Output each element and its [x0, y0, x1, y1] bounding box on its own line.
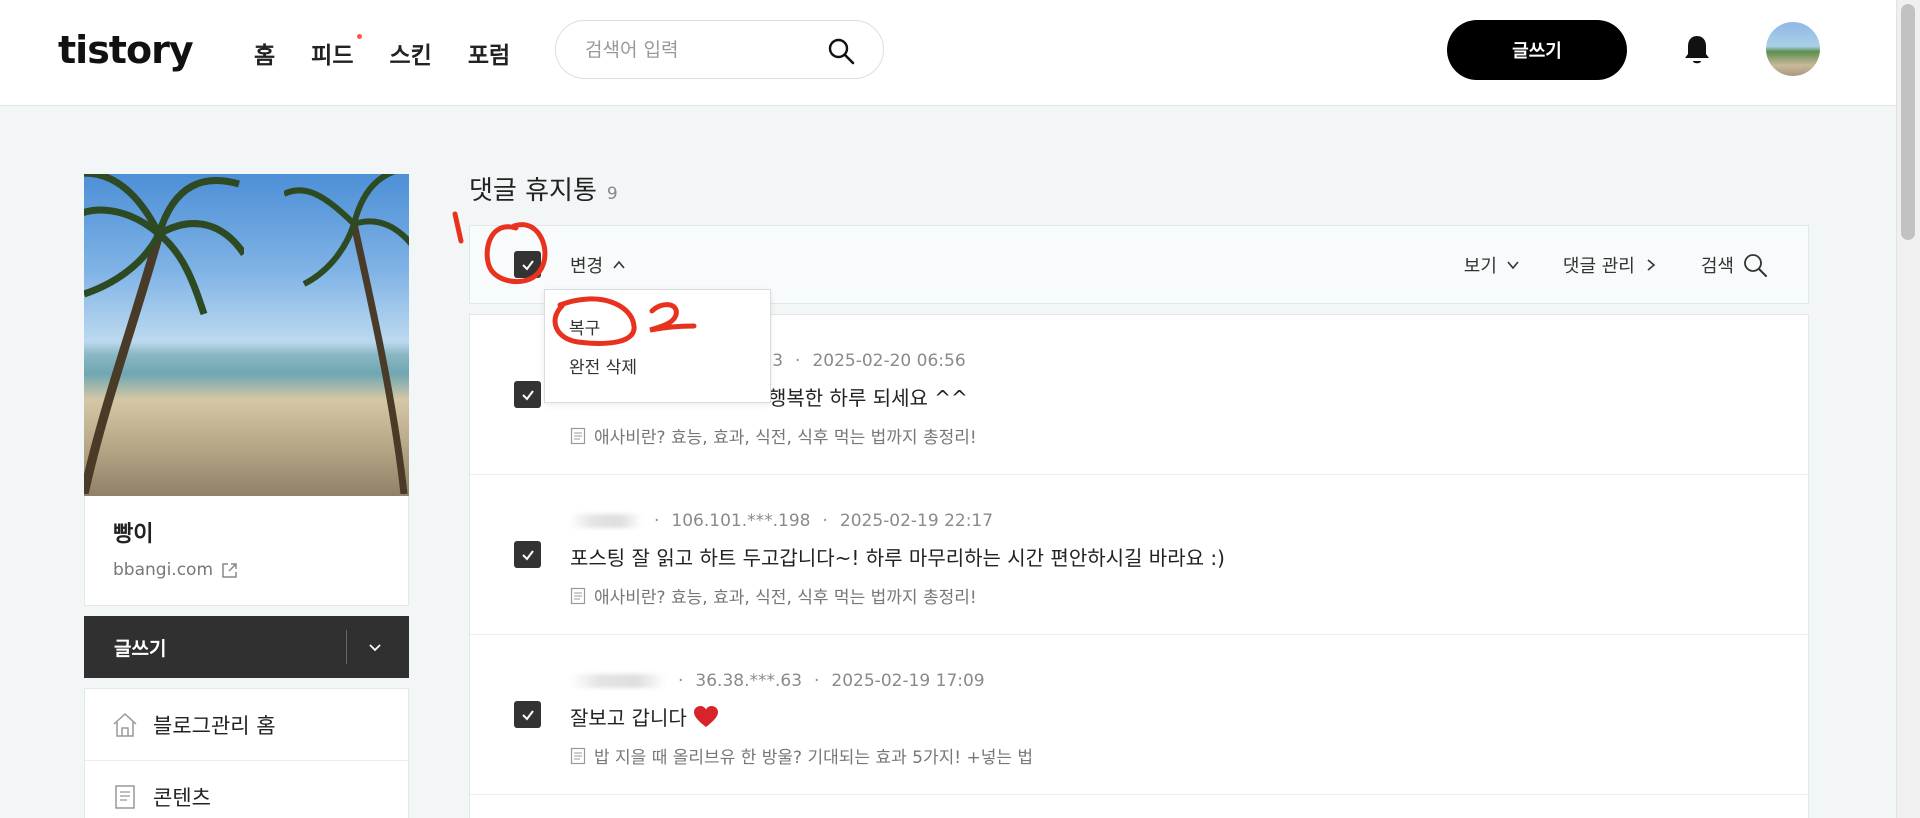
comment-post-link[interactable]: 밥 지을 때 올리브유 한 방울? 기대되는 효과 5가지! +넣는 법 [570, 743, 1033, 768]
blog-name: 빵이 [113, 522, 154, 547]
view-dropdown[interactable]: 보기 [1464, 252, 1521, 278]
blog-url-text: bbangi.com [113, 560, 213, 580]
palm-tree-right [284, 174, 409, 494]
sidebar-item-label: 콘텐츠 [153, 786, 211, 810]
post-title: 애사비란? 효능, 효과, 식전, 식후 먹는 법까지 총정리! [594, 428, 977, 448]
chevron-down-icon[interactable] [366, 638, 384, 656]
new-dot [356, 34, 362, 39]
nav-home[interactable]: 홈 [254, 36, 275, 70]
comment-post-link[interactable]: 애사비란? 효능, 효과, 식전, 식후 먹는 법까지 총정리! [570, 423, 977, 448]
sidebar-menu: 블로그관리 홈 콘텐츠 [84, 688, 409, 818]
view-label: 보기 [1463, 256, 1497, 277]
blog-url-link[interactable]: bbangi.com [113, 560, 380, 580]
document-icon [570, 747, 586, 764]
check-icon [521, 259, 534, 271]
comment-date: 2025-02-19 17:09 [831, 671, 985, 691]
profile-avatar[interactable] [1766, 22, 1820, 76]
comment-manage-link[interactable]: 댓글 관리 [1563, 252, 1659, 278]
change-dropdown-menu: 복구 완전 삭제 [544, 289, 771, 403]
chevron-right-icon [1647, 259, 1656, 271]
comment-date: 2025-02-20 06:56 [812, 351, 966, 371]
comment-meta: · 36.38.***.63 · 2025-02-19 17:09 [570, 671, 985, 691]
comment-row: · 106.101.***.198 · 2025-02-19 22:17 포스팅… [470, 475, 1808, 635]
comment-row: · 36.38.***.63 · 2025-02-19 17:09 잘보고 갑니… [470, 635, 1808, 795]
page-title-text: 댓글 휴지통 [469, 176, 597, 206]
sidebar-write-label: 글쓰기 [114, 637, 167, 660]
permanent-delete-menu-item[interactable]: 완전 삭제 [569, 353, 637, 378]
scrollbar-thumb[interactable] [1901, 4, 1915, 240]
post-title: 밥 지을 때 올리브유 한 방울? 기대되는 효과 5가지! +넣는 법 [594, 748, 1034, 768]
comment-search-button[interactable]: 검색 [1701, 252, 1768, 278]
sidebar-write-button[interactable]: 글쓰기 [84, 616, 409, 678]
toolbar-right: 보기 댓글 관리 검색 [1464, 252, 1768, 278]
blurred-author [570, 514, 642, 528]
sidebar: 빵이 bbangi.com 글쓰기 블로그관리 홈 콘텐츠 [84, 174, 409, 818]
comment-meta: · 106.101.***.198 · 2025-02-19 22:17 [570, 511, 993, 531]
bell-icon[interactable] [1682, 33, 1712, 67]
restore-menu-item[interactable]: 복구 [569, 314, 600, 339]
search-icon[interactable] [827, 37, 855, 65]
check-icon [521, 709, 534, 721]
comment-ip: 106.101.***.198 [671, 511, 811, 531]
nav-feed[interactable]: 피드 [311, 34, 362, 70]
top-bar: tistory 홈 피드 스킨 포럼 글쓰기 [0, 0, 1896, 106]
blurred-author [570, 674, 666, 688]
search-icon [1744, 254, 1767, 277]
sidebar-item-label: 블로그관리 홈 [153, 713, 276, 738]
comment-meta: .63 · 2025-02-20 06:56 [756, 351, 966, 371]
comment-count: 9 [606, 184, 618, 204]
document-icon [115, 785, 135, 809]
document-icon [570, 587, 586, 604]
main-nav: 홈 피드 스킨 포럼 [254, 34, 510, 70]
comment-ip: 36.38.***.63 [695, 671, 803, 691]
meta-separator: · [814, 671, 820, 691]
divider [346, 630, 347, 664]
comment-text: 포스팅 잘 읽고 하트 두고갑니다~! 하루 마무리하는 시간 편안하시길 바라… [570, 542, 1225, 571]
comment-date: 2025-02-19 22:17 [839, 511, 994, 531]
meta-separator: · [654, 511, 660, 531]
meta-separator: · [678, 671, 684, 691]
comment-text: 행복한 하루 되세요 ^^ [768, 382, 968, 411]
home-icon [113, 712, 137, 737]
comment-text-content: 포스팅 잘 읽고 하트 두고갑니다~! 하루 마무리하는 시간 편안하시길 바라… [570, 546, 1225, 570]
annotation-number-1-mark [452, 211, 464, 244]
palm-tree-left [84, 174, 244, 494]
sidebar-item-contents[interactable]: 콘텐츠 [85, 761, 408, 818]
row-checkbox[interactable] [514, 381, 541, 408]
document-icon [570, 427, 586, 444]
check-icon [521, 549, 534, 561]
meta-separator: · [822, 511, 828, 531]
sidebar-item-blog-home[interactable]: 블로그관리 홈 [85, 689, 408, 761]
chevron-up-icon [613, 260, 625, 269]
search-label: 검색 [1700, 256, 1734, 277]
tistory-logo[interactable]: tistory [58, 28, 194, 72]
search-input[interactable] [585, 35, 815, 65]
comment-text: 잘보고 갑니다 [570, 702, 719, 731]
meta-separator: · [795, 351, 801, 371]
chevron-down-icon [1507, 261, 1519, 270]
post-title: 애사비란? 효능, 효과, 식전, 식후 먹는 법까지 총정리! [594, 588, 977, 608]
write-button[interactable]: 글쓰기 [1447, 20, 1627, 80]
row-checkbox[interactable] [514, 541, 541, 568]
manage-label: 댓글 관리 [1562, 256, 1635, 277]
blog-info: 빵이 bbangi.com [84, 496, 409, 606]
nav-forum[interactable]: 포럼 [468, 36, 510, 70]
change-label: 변경 [570, 256, 604, 277]
check-icon [521, 389, 534, 401]
select-all-checkbox[interactable] [514, 251, 541, 278]
change-dropdown-button[interactable]: 변경 [570, 252, 627, 278]
page-title: 댓글 휴지통 9 [469, 170, 618, 207]
comment-post-link[interactable]: 애사비란? 효능, 효과, 식전, 식후 먹는 법까지 총정리! [570, 583, 977, 608]
comment-text-content: 잘보고 갑니다 [570, 706, 687, 730]
search-box [555, 20, 884, 79]
nav-skin[interactable]: 스킨 [390, 36, 432, 70]
external-link-icon [222, 562, 237, 578]
heart-icon [693, 705, 718, 727]
blog-cover-image[interactable] [84, 174, 409, 496]
comment-text-content: 행복한 하루 되세요 ^^ [768, 386, 968, 410]
row-checkbox[interactable] [514, 701, 541, 728]
